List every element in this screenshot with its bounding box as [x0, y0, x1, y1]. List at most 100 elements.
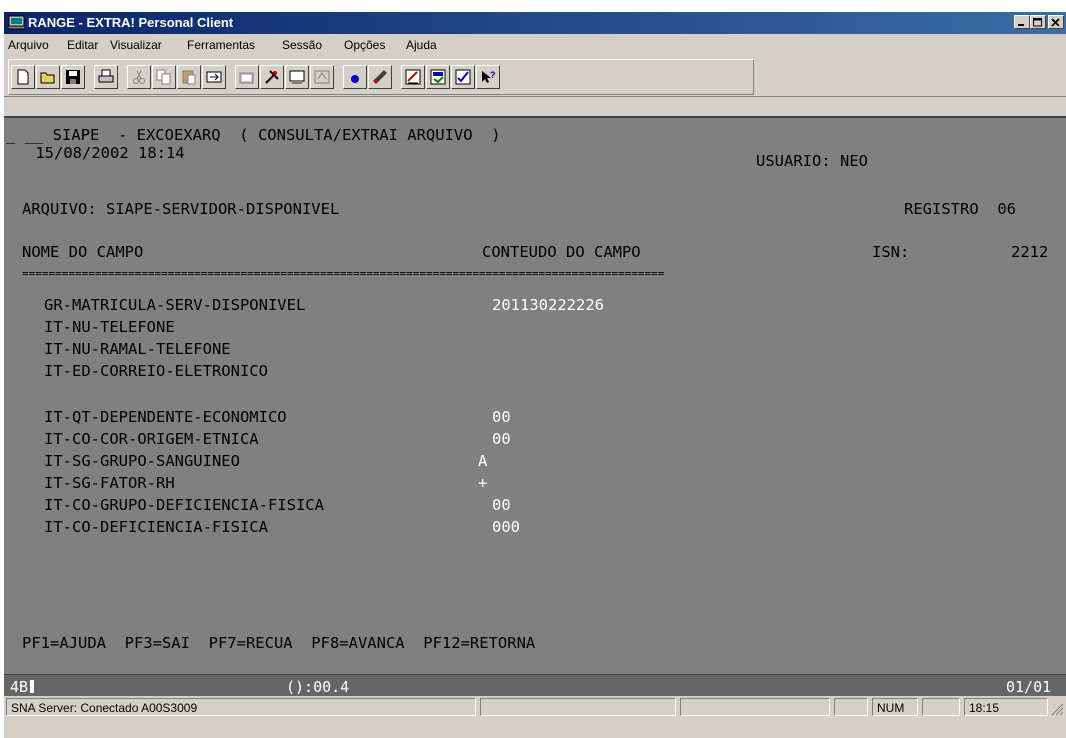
new-document-icon — [17, 69, 29, 85]
check-button[interactable] — [451, 65, 475, 89]
display-button[interactable] — [310, 65, 334, 89]
tools-button[interactable] — [260, 65, 284, 89]
minimize-button[interactable] — [1014, 15, 1030, 29]
field-value[interactable]: + — [478, 474, 487, 492]
edit-icon — [405, 69, 421, 85]
help-icon: ? — [482, 70, 496, 83]
record-icon — [351, 75, 359, 83]
menu-editar[interactable]: Editar — [67, 38, 98, 52]
menu-opcoes[interactable]: Opções — [344, 38, 385, 52]
resize-grip-icon[interactable] — [1050, 702, 1064, 716]
isn-value: 2212 — [1011, 243, 1049, 261]
pf-keys-line: PF1=AJUDA PF3=SAI PF7=RECUA PF8=AVANCA P… — [22, 634, 536, 652]
field-name: IT-QT-DEPENDENTE-ECONOMICO — [44, 408, 287, 426]
registro-label: REGISTRO 06 — [904, 200, 1016, 218]
macro-button[interactable] — [235, 65, 259, 89]
settings-icon — [430, 69, 446, 85]
screen-button[interactable] — [285, 65, 309, 89]
cut-icon — [133, 70, 145, 84]
user-label: USUARIO: NEO — [756, 152, 868, 170]
toolbar: ? — [8, 59, 754, 95]
settings-button[interactable] — [426, 65, 450, 89]
status-pane-empty — [922, 698, 960, 716]
field-name: IT-CO-DEFICIENCIA-FISICA — [44, 518, 268, 536]
macro-icon — [239, 72, 254, 84]
cursor-indicator — [30, 680, 35, 693]
keyboard-button[interactable] — [368, 65, 392, 89]
print-icon — [98, 69, 114, 83]
menu-sessao[interactable]: Sessão — [282, 38, 322, 52]
record-button[interactable] — [343, 65, 367, 89]
keyboard-icon — [373, 70, 387, 84]
field-value[interactable]: 00 — [492, 430, 511, 448]
open-folder-icon — [40, 72, 55, 84]
screen-header: _ __ SIAPE - EXCOEXARQ ( CONSULTA/EXTRAI… — [6, 126, 501, 144]
transfer-icon — [206, 71, 222, 83]
oia-session: 4B — [10, 678, 35, 696]
menu-ajuda[interactable]: Ajuda — [406, 38, 437, 52]
status-pane-empty — [834, 698, 868, 716]
copy-icon — [156, 69, 171, 85]
field-name: GR-MATRICULA-SERV-DISPONIVEL — [44, 296, 306, 314]
toolbar-divider — [4, 96, 1066, 97]
close-icon — [1051, 18, 1060, 27]
connection-status: SNA Server: Conectado A00S3009 — [6, 698, 476, 716]
svg-text:?: ? — [490, 70, 496, 80]
operator-info-area: 4B ():00.4 01/01 — [4, 674, 1066, 697]
check-icon — [455, 69, 471, 85]
field-name: IT-SG-FATOR-RH — [44, 474, 175, 492]
field-name: IT-SG-GRUPO-SANGUINEO — [44, 452, 240, 470]
field-name: IT-CO-GRUPO-DEFICIENCIA-FISICA — [44, 496, 324, 514]
clock: 18:15 — [964, 698, 1048, 716]
restore-icon — [1033, 18, 1042, 27]
col-header-isn: ISN: — [872, 243, 910, 261]
oia-timer: ():00.4 — [286, 678, 350, 696]
new-button[interactable] — [11, 65, 35, 89]
paste-button[interactable] — [177, 65, 201, 89]
datetime: 15/08/2002 18:14 — [26, 144, 185, 162]
col-header-field: NOME DO CAMPO — [22, 243, 144, 261]
save-icon — [66, 70, 80, 84]
field-value[interactable]: A — [478, 452, 487, 470]
display-icon — [314, 70, 330, 84]
transfer-button[interactable] — [202, 65, 226, 89]
open-button[interactable] — [36, 65, 60, 89]
field-value[interactable]: 201130222226 — [492, 296, 604, 314]
field-name: IT-CO-COR-ORIGEM-ETNICA — [44, 430, 259, 448]
terminal-app-icon — [8, 15, 25, 30]
field-name: IT-ED-CORREIO-ELETRONICO — [44, 362, 268, 380]
separator-line: ========================================… — [22, 267, 665, 280]
field-value[interactable]: 00 — [492, 408, 511, 426]
status-pane-empty — [480, 698, 676, 716]
file-label: ARQUIVO: SIAPE-SERVIDOR-DISPONIVEL — [22, 200, 340, 218]
help-button[interactable]: ? — [476, 65, 500, 89]
menu-visualizar[interactable]: Visualizar — [110, 38, 162, 52]
paste-icon — [182, 70, 196, 85]
field-value[interactable]: 000 — [492, 518, 520, 536]
restore-button[interactable] — [1030, 15, 1046, 29]
terminal-screen[interactable]: _ __ SIAPE - EXCOEXARQ ( CONSULTA/EXTRAI… — [4, 116, 1066, 674]
field-name: IT-NU-RAMAL-TELEFONE — [44, 340, 231, 358]
oia-page: 01/01 — [1006, 678, 1052, 696]
cut-button[interactable] — [127, 65, 151, 89]
edit-button[interactable] — [401, 65, 425, 89]
status-bar: SNA Server: Conectado A00S3009 NUM 18:15 — [4, 696, 1066, 718]
field-name: IT-NU-TELEFONE — [44, 318, 175, 336]
save-button[interactable] — [61, 65, 85, 89]
screen-icon — [289, 70, 305, 84]
field-value[interactable]: 00 — [492, 496, 511, 514]
num-lock-indicator: NUM — [872, 698, 918, 716]
menu-bar: Arquivo Editar Visualizar Ferramentas Se… — [4, 35, 1066, 55]
tools-icon — [265, 70, 279, 84]
col-header-content: CONTEUDO DO CAMPO — [482, 243, 641, 261]
status-pane-empty — [680, 698, 830, 716]
title-bar[interactable]: RANGE - EXTRA! Personal Client — [4, 12, 1066, 34]
print-button[interactable] — [94, 65, 118, 89]
close-button[interactable] — [1048, 15, 1064, 29]
minimize-icon — [1018, 24, 1024, 26]
menu-ferramentas[interactable]: Ferramentas — [187, 38, 255, 52]
window-title: RANGE - EXTRA! Personal Client — [28, 15, 234, 30]
application-window: RANGE - EXTRA! Personal Client Arquivo E… — [4, 12, 1066, 738]
copy-button[interactable] — [152, 65, 176, 89]
menu-arquivo[interactable]: Arquivo — [8, 38, 49, 52]
